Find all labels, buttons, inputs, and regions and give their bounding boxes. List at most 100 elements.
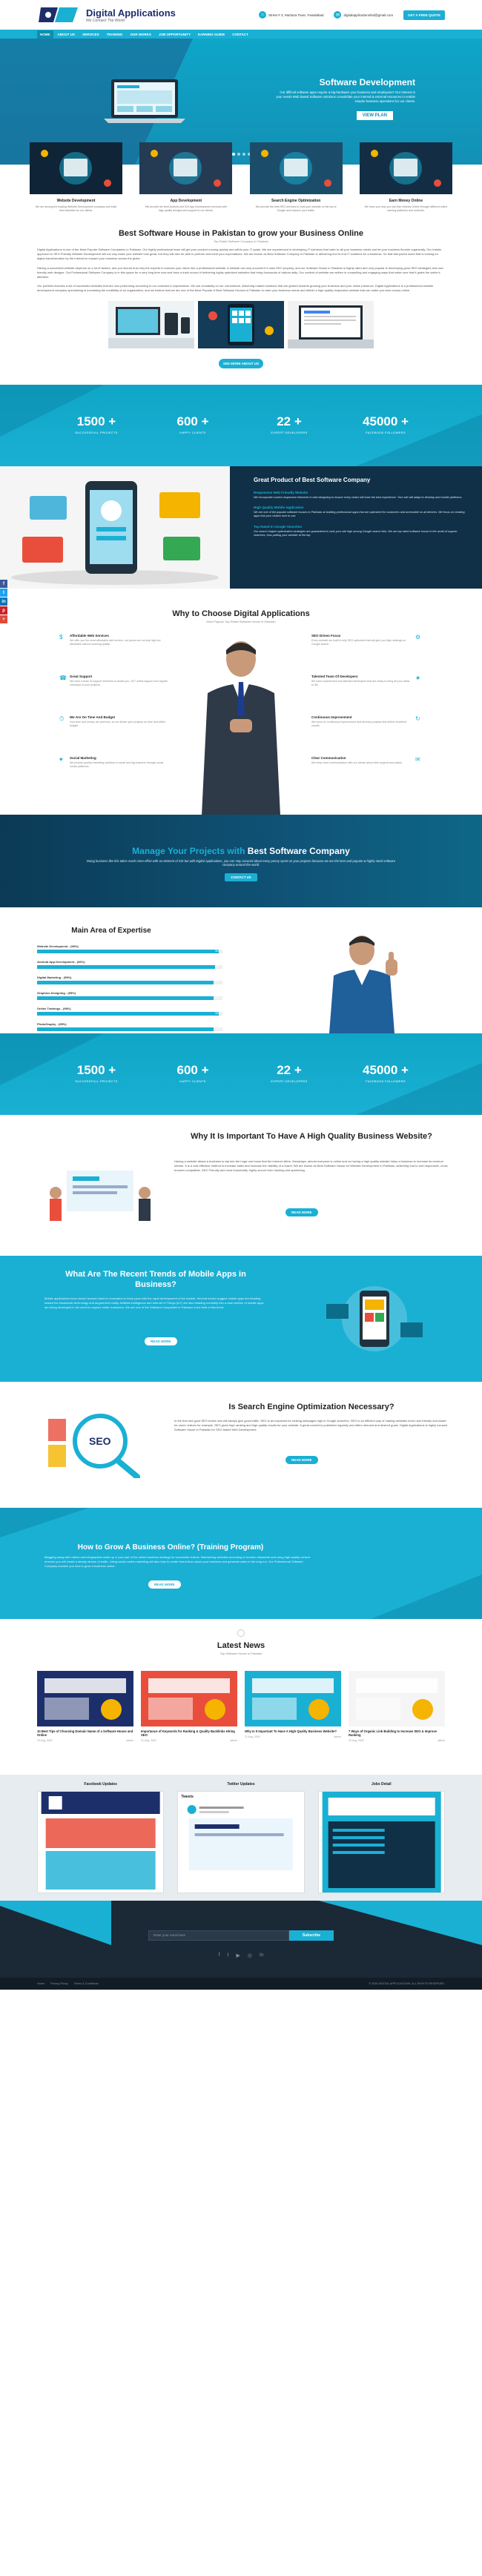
feature-description: We are one of the popular software house… (254, 510, 465, 518)
subscribe-button[interactable]: Subscribe (289, 1930, 334, 1941)
facebook-share-icon[interactable]: f (0, 580, 7, 588)
facebook-icon[interactable]: f (219, 1953, 220, 1959)
mobile-trends-illustration (326, 1285, 423, 1351)
business-website-description: Having a website allows a business to ta… (174, 1159, 448, 1172)
youtube-icon[interactable]: ▶ (236, 1953, 240, 1959)
skill-label: Online Trainings - (98%) (37, 1006, 71, 1010)
news-author: admin (334, 1735, 341, 1739)
skill-row: Android App Development - (96%) 96% (37, 960, 222, 969)
pinterest-share-icon[interactable]: p (0, 606, 7, 615)
stat-item: 45000 + FACEBOOK FOLLOWERS (349, 1063, 423, 1083)
seo-description: In the first and good SEO brand new will… (174, 1418, 448, 1431)
news-image (349, 1670, 445, 1726)
news-card[interactable]: 7 Ways of Organic Link Building to Incre… (349, 1670, 445, 1742)
nav-item-home[interactable]: HOME (37, 30, 53, 39)
copyright-bar: Home Privacy Policy Terms & Conditions © 2… (0, 1977, 482, 1990)
skill-bar: 98% (37, 1011, 222, 1016)
jobs-detail-title: Jobs Detail (371, 1781, 392, 1787)
facebook-feed[interactable] (37, 1790, 165, 1893)
feature-item: High Quality Mobile Application We are on… (254, 506, 467, 519)
twitter-share-icon[interactable]: t (0, 589, 7, 597)
news-subtitle: Top Software House in Pakistan (219, 1651, 263, 1655)
training-read-more[interactable]: READ MORE (148, 1580, 181, 1589)
news-card[interactable]: Importance of Keywords for Ranking & Qua… (141, 1670, 237, 1742)
share-sidebar: f t in p + (0, 580, 7, 623)
skill-row: PhotoGraphy - (95%) 95% (37, 1022, 222, 1031)
skill-label: PhotoGraphy - (95%) (37, 1022, 67, 1026)
footer-link[interactable]: Terms & Conditions (74, 1982, 99, 1985)
mobile-trends-read-more[interactable]: READ MORE (145, 1337, 177, 1345)
stat-number: 1500 + (76, 414, 116, 428)
seo-section: SEO Is Search Engine Optimization Necess… (0, 1381, 482, 1508)
stat-item: 45000 + FACEBOOK FOLLOWERS (349, 414, 423, 434)
newsletter-email-input[interactable]: Enter your email here (148, 1930, 289, 1941)
skill-label: Website Development - (98%) (37, 944, 79, 948)
mobile-app-illustration (0, 466, 230, 589)
thumbs-up-man-illustration (329, 935, 397, 1033)
training-section: How to Grow A Business Online? (Training… (0, 1507, 482, 1619)
seo-read-more[interactable]: READ MORE (285, 1455, 318, 1464)
newsletter-form: Enter your email here Subscribe (148, 1930, 334, 1941)
skill-bar-fill (37, 996, 214, 1000)
news-card[interactable]: 10 Best Tips of Choosing Domain Name of … (37, 1670, 133, 1742)
widgets-row: Facebook Updates Twitter Updates Tweets … (0, 1774, 482, 1901)
instagram-icon[interactable]: ◎ (248, 1953, 252, 1959)
linkedin-share-icon[interactable]: in (0, 597, 7, 606)
news-card[interactable]: Why Is It Important To Have A High Quali… (245, 1670, 341, 1743)
nav-item-contact[interactable]: CONTACT (229, 30, 251, 39)
why-feature-heading: Great Support (70, 674, 93, 678)
location-icon: ⌂ (259, 11, 266, 19)
logo[interactable]: Digital Applications We Connect The Worl… (37, 4, 176, 26)
news-title: Importance of Keywords for Ranking & Qua… (141, 1729, 235, 1738)
service-card[interactable]: Website Development We are among the lead… (30, 142, 122, 213)
why-choose-section: Why to Choose Digital Applications Most … (0, 588, 482, 815)
linkedin-icon[interactable]: in (260, 1953, 263, 1959)
feature-icon: ★ (415, 674, 421, 681)
footer-link[interactable]: Privacy Policy (50, 1982, 68, 1985)
stat-item: 600 + HAPPY CLIENTS (156, 1063, 230, 1083)
top-header: Digital Applications We Connect The Worl… (0, 0, 482, 30)
jobs-feed[interactable] (317, 1790, 445, 1893)
news-meta: 21 Aug, 2020 admin (245, 1735, 341, 1738)
free-quote-button[interactable]: GET A FREE QUOTE (403, 10, 445, 20)
manage-title: Manage Your Projects with Best Software … (132, 845, 350, 856)
nav-item-our-works[interactable]: OUR WORKS (127, 30, 154, 39)
news-image (245, 1670, 341, 1726)
email-text[interactable]: digitalapplicationsfsd@gmail.com (343, 13, 393, 17)
google-share-icon[interactable]: + (0, 615, 7, 623)
twitter-updates-title: Twitter Updates (227, 1781, 255, 1787)
feature-icon: ⏱ (59, 715, 65, 722)
twitter-feed[interactable]: Tweets (177, 1790, 305, 1893)
skill-bar-fill (37, 1011, 219, 1016)
gallery-image (288, 300, 374, 348)
nav-item-about-us[interactable]: ABOUT US (55, 30, 79, 39)
business-website-read-more[interactable]: READ MORE (285, 1208, 318, 1216)
expertise-section: Main Area of Expertise Website Developme… (0, 907, 482, 1033)
contact-us-button[interactable]: CONTACT US (225, 873, 257, 882)
footer-link[interactable]: Home (37, 1982, 44, 1985)
nav-item-earning-guide[interactable]: EARNING GUIDE (195, 30, 228, 39)
view-plan-button[interactable]: VIEW PLAN (356, 111, 393, 120)
skill-bar-fill (37, 949, 219, 953)
service-card[interactable]: Search Engine Optimization We provide the… (249, 142, 343, 213)
skill-bar: 95% (37, 980, 222, 984)
business-website-title: Why It Is Important To Have A High Quali… (191, 1131, 432, 1141)
service-card[interactable]: App Development We provide the best Andro… (139, 142, 233, 213)
feature-heading: Top Rated in Google Searches (254, 524, 302, 529)
news-title: Latest News (217, 1640, 265, 1650)
nav-item-training[interactable]: TRAINING (104, 30, 126, 39)
twitter-icon[interactable]: t (228, 1953, 229, 1959)
news-meta: 22 Aug, 2020 admin (349, 1739, 445, 1742)
skill-bar: 95% (37, 996, 222, 1000)
nav-item-services[interactable]: SERVICES (79, 30, 102, 39)
see-more-about-button[interactable]: SEE MORE ABOUT US (219, 358, 263, 368)
nav-item-job-opportunity[interactable]: JOB OPPORTUNITY (156, 30, 194, 39)
stat-number: 1500 + (76, 1062, 116, 1077)
feature-item: Responsive Web Friendly Website We incorp… (254, 491, 467, 500)
skill-row: Digital Marketing - (95%) 95% (37, 976, 222, 984)
service-card[interactable]: Earn Money Online We learn you how you ca… (359, 142, 452, 213)
service-title: Search Engine Optimization (271, 199, 321, 203)
footer-social-icons: f t ▶ ◎ in (0, 1953, 482, 1959)
skill-label: Graphics Designing - (95%) (37, 990, 76, 995)
stat-label: SUCCESSFULL PROJECTS (75, 430, 118, 434)
